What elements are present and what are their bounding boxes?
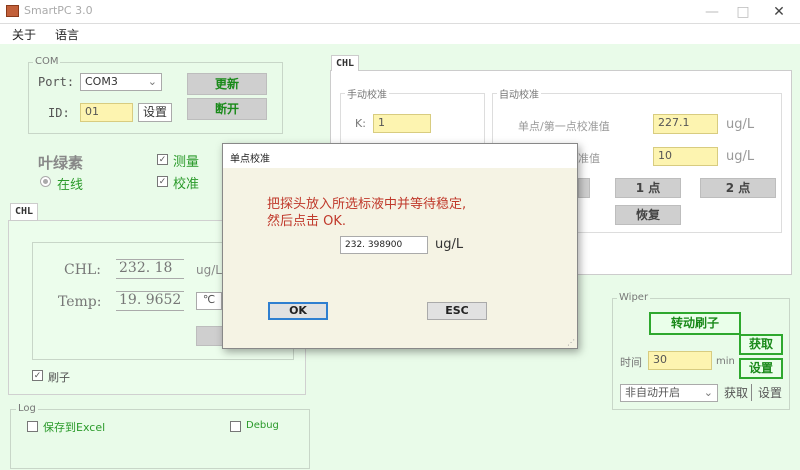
online-label: 在线 (57, 178, 84, 193)
chl-value: 232. 18 (116, 259, 184, 279)
mode-get-link[interactable]: 获取 (724, 384, 753, 401)
id-label: ID: (48, 106, 70, 120)
tab-chl-left[interactable]: CHL (10, 203, 39, 221)
temp-unit-icon[interactable]: ℃ (196, 292, 222, 310)
wiper-set-button[interactable]: 设置 (739, 358, 783, 379)
measure-checkbox[interactable]: ✓ (157, 154, 168, 165)
point1-unit: ug/L (726, 117, 755, 132)
partial-button[interactable] (578, 178, 590, 198)
resize-grip-icon[interactable]: ⋰ (567, 338, 575, 347)
maximize-button[interactable]: □ (728, 2, 758, 22)
wiper-get-button[interactable]: 获取 (739, 334, 783, 355)
dialog-ok-button[interactable]: OK (268, 302, 328, 320)
point2-unit: ug/L (726, 149, 755, 164)
measure-label: 测量 (173, 155, 200, 170)
calibrate-label: 校准 (173, 177, 200, 192)
wiper-group-title: Wiper (617, 292, 651, 303)
save-excel-checkbox[interactable] (27, 421, 38, 432)
chevron-down-icon: ⌄ (147, 75, 157, 88)
calibrate-checkbox[interactable]: ✓ (157, 176, 168, 187)
chevron-down-icon: ⌄ (703, 386, 713, 399)
dialog-esc-button[interactable]: ESC (427, 302, 487, 320)
temp-label: Temp: (58, 294, 102, 310)
com-group-title: COM (33, 56, 61, 67)
menu-language[interactable]: 语言 (55, 26, 79, 43)
id-input[interactable]: 01 (80, 103, 133, 122)
two-point-button[interactable]: 2 点 (700, 178, 776, 198)
temp-value: 19. 9652 (116, 291, 184, 311)
minimize-button[interactable]: — (697, 2, 727, 22)
point1-label: 单点/第一点校准值 (518, 120, 610, 133)
dialog-value-input[interactable]: 232. 398900 (340, 236, 428, 254)
log-group-title: Log (16, 403, 38, 414)
save-excel-label: 保存到Excel (43, 421, 106, 434)
window-title: SmartPC 3.0 (24, 4, 93, 17)
port-value: COM3 (85, 75, 118, 88)
restore-button[interactable]: 恢复 (615, 205, 681, 225)
chl-unit: ug/L (196, 263, 222, 277)
one-point-button[interactable]: 1 点 (615, 178, 681, 198)
chlorophyll-label: 叶绿素 (38, 154, 84, 172)
debug-checkbox[interactable] (230, 421, 241, 432)
id-set-button[interactable]: 设置 (138, 103, 172, 122)
port-label: Port: (38, 75, 75, 89)
menu-about[interactable]: 关于 (12, 26, 36, 43)
k-input[interactable]: 1 (373, 114, 431, 133)
dialog-unit: ug/L (435, 237, 464, 252)
dialog-title: 单点校准 (223, 144, 577, 168)
disconnect-button[interactable]: 断开 (187, 98, 267, 120)
brush-checkbox[interactable]: ✓ (32, 370, 43, 381)
menu-bar: 关于 语言 (0, 24, 800, 44)
debug-label: Debug (246, 420, 279, 431)
k-label: K: (355, 117, 366, 130)
single-point-calibration-dialog: 单点校准 把探头放入所选标液中并等待稳定, 然后点击 OK. 232. 3989… (222, 143, 578, 349)
rotate-brush-button[interactable]: 转动刷子 (649, 312, 741, 335)
dialog-message: 把探头放入所选标液中并等待稳定, 然后点击 OK. (267, 197, 467, 229)
tab-chl-right[interactable]: CHL (331, 55, 360, 71)
mode-value: 非自动开启 (625, 386, 680, 399)
close-button[interactable]: ✕ (764, 2, 794, 22)
time-unit: min (716, 356, 735, 367)
point2-input[interactable]: 10 (653, 147, 718, 166)
mode-set-link[interactable]: 设置 (758, 384, 782, 401)
mode-select[interactable]: 非自动开启 ⌄ (620, 384, 718, 402)
title-bar: SmartPC 3.0 — □ ✕ (0, 0, 800, 24)
app-icon (6, 5, 19, 17)
point1-input[interactable]: 227.1 (653, 114, 718, 134)
online-radio[interactable] (40, 176, 51, 187)
auto-group-title: 自动校准 (497, 86, 541, 101)
time-label: 时间 (620, 356, 642, 369)
port-select[interactable]: COM3 ⌄ (80, 73, 162, 91)
brush-label: 刷子 (48, 371, 70, 384)
chl-label: CHL: (64, 262, 101, 278)
time-input[interactable]: 30 (648, 351, 712, 370)
log-group (10, 409, 310, 469)
manual-group-title: 手动校准 (345, 86, 389, 101)
update-button[interactable]: 更新 (187, 73, 267, 95)
point2-label: 准值 (578, 152, 600, 165)
